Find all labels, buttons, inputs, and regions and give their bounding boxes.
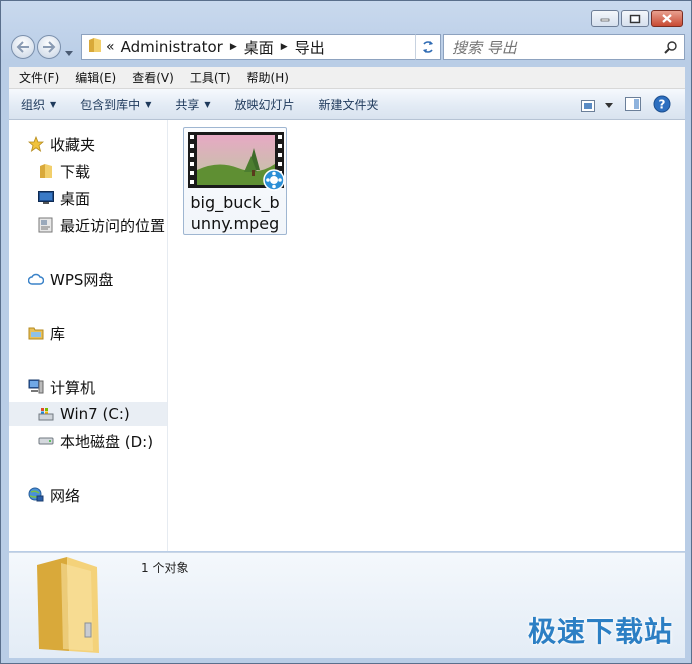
nav-wps-cloud[interactable]: WPS网盘 — [9, 267, 167, 291]
nav-drive-c-label: Win7 (C:) — [60, 405, 130, 423]
menu-view[interactable]: 查看(V) — [122, 69, 180, 86]
nav-drive-d[interactable]: 本地磁盘 (D:) — [9, 429, 167, 453]
menu-edit[interactable]: 编辑(E) — [65, 69, 122, 86]
back-button[interactable] — [11, 35, 35, 59]
chevron-down-icon: ▼ — [50, 99, 57, 109]
nav-computer-label: 计算机 — [50, 378, 96, 397]
recent-places-icon — [38, 217, 54, 233]
folder-icon — [88, 37, 102, 57]
address-overflow[interactable]: « — [106, 39, 115, 55]
chevron-down-icon — [605, 103, 613, 108]
search-box[interactable] — [443, 34, 685, 61]
download-folder-icon — [38, 163, 54, 179]
breadcrumb-export[interactable]: 导出 — [295, 37, 325, 58]
nav-recent-label: 最近访问的位置 — [60, 216, 166, 235]
breadcrumb-separator-icon[interactable]: ▶ — [230, 42, 237, 52]
nav-recent-places[interactable]: 最近访问的位置 — [9, 213, 167, 237]
library-icon — [28, 325, 44, 341]
content-area: 收藏夹 下载 桌面 最近访问的位置 WPS网盘 库 计算机 Win7 (C:) … — [9, 120, 685, 551]
command-bar: 组织 ▼ 包含到库中 ▼ 共享 ▼ 放映幻灯片 新建文件夹 ? — [9, 89, 685, 120]
help-button[interactable]: ? — [653, 95, 671, 116]
file-name: big_buck_b unny.mpeg — [184, 192, 286, 234]
file-item[interactable]: big_buck_b unny.mpeg — [183, 127, 287, 235]
chevron-down-icon — [65, 51, 73, 56]
share-button[interactable]: 共享 ▼ — [163, 96, 222, 113]
explorer-window: « Administrator ▶ 桌面 ▶ 导出 文件(F) 编辑(E) 查看… — [0, 0, 692, 664]
search-icon[interactable] — [664, 40, 678, 58]
search-input[interactable] — [444, 35, 654, 61]
view-thumbnails-icon — [581, 99, 595, 112]
new-folder-button[interactable]: 新建文件夹 — [307, 96, 391, 113]
menu-bar: 文件(F) 编辑(E) 查看(V) 工具(T) 帮助(H) — [9, 67, 685, 89]
refresh-icon — [423, 41, 433, 53]
forward-button[interactable] — [37, 35, 61, 59]
caption-buttons — [591, 10, 683, 27]
item-count: 1 个对象 — [141, 561, 189, 575]
nav-desktop-label: 桌面 — [60, 189, 91, 208]
share-label: 共享 — [175, 97, 200, 112]
star-icon — [28, 136, 44, 152]
cloud-icon — [28, 271, 44, 287]
nav-downloads-label: 下载 — [60, 162, 91, 181]
network-icon — [28, 487, 44, 503]
slideshow-label: 放映幻灯片 — [234, 97, 295, 112]
close-button[interactable] — [651, 10, 683, 27]
preview-pane-button[interactable] — [625, 97, 641, 114]
maximize-icon — [629, 14, 641, 23]
new-folder-label: 新建文件夹 — [318, 97, 379, 112]
system-drive-icon — [38, 406, 54, 422]
chevron-down-icon: ▼ — [204, 99, 211, 109]
minimize-button[interactable] — [591, 10, 619, 27]
desktop-icon — [38, 190, 54, 206]
nav-libraries[interactable]: 库 — [9, 321, 167, 345]
nav-favorites[interactable]: 收藏夹 — [9, 132, 167, 156]
help-icon: ? — [653, 95, 671, 113]
menu-file[interactable]: 文件(F) — [9, 69, 65, 86]
navigation-row: « Administrator ▶ 桌面 ▶ 导出 — [9, 33, 685, 61]
nav-network[interactable]: 网络 — [9, 483, 167, 507]
include-in-library-button[interactable]: 包含到库中 ▼ — [68, 96, 163, 113]
organize-button[interactable]: 组织 ▼ — [9, 96, 68, 113]
preview-pane-icon — [625, 97, 641, 111]
view-controls: ? — [581, 95, 671, 116]
nav-drive-d-label: 本地磁盘 (D:) — [60, 432, 154, 451]
nav-desktop[interactable]: 桌面 — [9, 186, 167, 210]
organize-label: 组织 — [21, 97, 46, 112]
file-list-pane[interactable]: big_buck_b unny.mpeg — [168, 120, 685, 551]
watermark: 极速下载站 — [527, 615, 673, 648]
minimize-icon — [600, 18, 610, 21]
svg-text:?: ? — [659, 98, 666, 112]
address-bar[interactable]: « Administrator ▶ 桌面 ▶ 导出 — [81, 34, 437, 60]
file-name-line1: big_buck_b — [190, 193, 280, 212]
file-name-line2: unny.mpeg — [190, 214, 280, 233]
nav-network-label: 网络 — [50, 486, 81, 505]
recent-pages-dropdown[interactable] — [65, 42, 73, 61]
video-file-icon — [188, 132, 284, 191]
nav-favorites-label: 收藏夹 — [50, 135, 96, 154]
large-folder-icon — [37, 557, 99, 653]
nav-computer[interactable]: 计算机 — [9, 375, 167, 399]
chevron-down-icon: ▼ — [145, 99, 152, 109]
breadcrumb-administrator[interactable]: Administrator — [121, 38, 223, 56]
close-icon — [662, 14, 672, 23]
nav-wps-label: WPS网盘 — [50, 270, 114, 289]
breadcrumb-desktop[interactable]: 桌面 — [244, 37, 274, 58]
nav-libraries-label: 库 — [50, 324, 66, 343]
menu-tools[interactable]: 工具(T) — [180, 69, 237, 86]
breadcrumb-separator-icon[interactable]: ▶ — [281, 42, 288, 52]
slideshow-button[interactable]: 放映幻灯片 — [223, 96, 307, 113]
forward-arrow-icon — [43, 41, 56, 53]
computer-icon — [28, 379, 44, 395]
hard-drive-icon — [38, 433, 54, 449]
menu-help[interactable]: 帮助(H) — [237, 69, 295, 86]
details-pane: 1 个对象 极速下载站 — [9, 552, 685, 658]
include-in-library-label: 包含到库中 — [80, 97, 141, 112]
navigation-pane: 收藏夹 下载 桌面 最近访问的位置 WPS网盘 库 计算机 Win7 (C:) … — [9, 120, 168, 551]
back-arrow-icon — [16, 41, 29, 53]
maximize-button[interactable] — [621, 10, 649, 27]
refresh-button[interactable] — [415, 34, 441, 60]
nav-drive-c[interactable]: Win7 (C:) — [9, 402, 167, 426]
nav-downloads[interactable]: 下载 — [9, 159, 167, 183]
change-view-button[interactable] — [581, 99, 613, 112]
